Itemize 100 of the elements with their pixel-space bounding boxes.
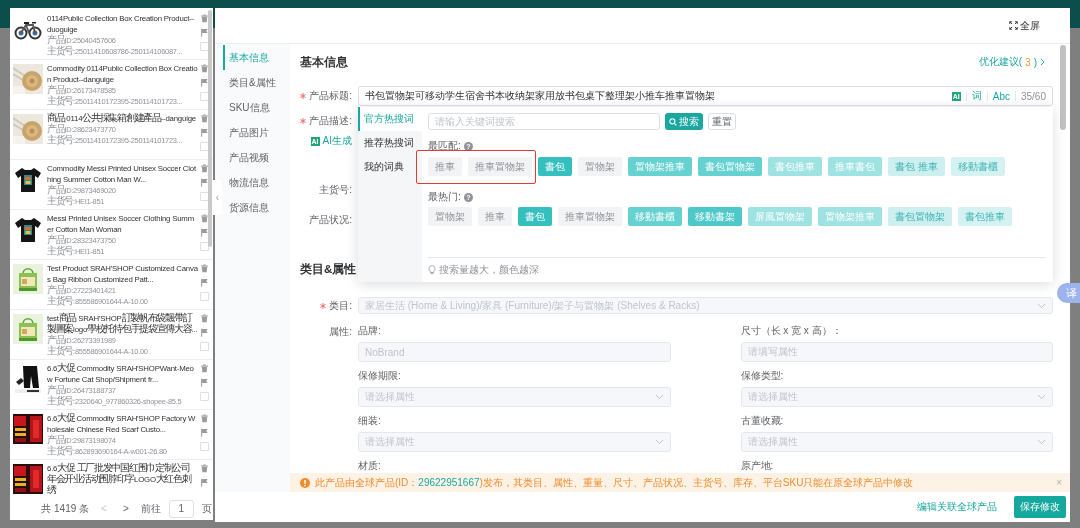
flag-icon: [199, 478, 209, 487]
field-label: 品牌:: [358, 325, 382, 337]
trash-icon: [199, 14, 209, 23]
trash-icon: [199, 414, 209, 423]
keyword-tag[interactable]: 書包: [538, 157, 572, 176]
goto-label: 前往: [140, 501, 161, 516]
keyword-tag[interactable]: 書包推車: [958, 207, 1012, 226]
field-label: 主货号:: [319, 183, 352, 197]
nav-item[interactable]: 物流信息: [223, 170, 290, 195]
trash-icon: [199, 314, 209, 323]
chevron-down-icon: [1037, 439, 1046, 445]
nav-item[interactable]: 基本信息: [223, 45, 290, 70]
suggestions-link[interactable]: 优化建议( 3 ): [978, 55, 1045, 69]
reset-button[interactable]: 重置: [708, 113, 736, 130]
keyword-tag[interactable]: 推車: [428, 157, 462, 176]
translate-button[interactable]: 译: [1057, 283, 1080, 303]
save-button[interactable]: 保存修改: [1014, 496, 1066, 518]
field-label: 材质:: [358, 460, 382, 472]
checkbox[interactable]: [199, 392, 209, 401]
fullscreen-button[interactable]: 全屏: [1009, 18, 1040, 33]
flag-icon: [199, 28, 209, 37]
field-label: 产品状况:: [309, 213, 352, 227]
scrollbar-thumb[interactable]: [208, 10, 212, 247]
trash-icon: [199, 464, 209, 473]
total-count: 共 1419 条: [41, 501, 90, 516]
keyword-tab[interactable]: 我的词典: [358, 155, 422, 179]
character-counter: 35/60: [1020, 90, 1046, 102]
field-label: 细装:: [358, 415, 382, 427]
checkbox[interactable]: [199, 342, 209, 351]
next-page-button[interactable]: >: [118, 503, 133, 514]
search-button[interactable]: 搜索: [665, 113, 703, 130]
keyword-tab[interactable]: 推荐热搜词: [358, 131, 422, 155]
field-label: 属性:: [329, 325, 352, 339]
trash-icon: [199, 364, 209, 373]
flag-icon: [199, 378, 209, 387]
edit-global-product-link[interactable]: 编辑关联全球产品: [917, 500, 997, 514]
field-label: 古董收藏:: [740, 415, 785, 427]
hint-text: 搜索量越大，颜色越深: [439, 263, 539, 277]
section-title: 类目&属性: [300, 261, 357, 277]
nav-item[interactable]: 货源信息: [223, 195, 290, 220]
trash-icon: [199, 264, 209, 273]
ai-generate-link[interactable]: AI生成: [322, 134, 352, 148]
field-label: 保修期限:: [358, 370, 402, 382]
trash-icon: [199, 64, 209, 73]
nav-item[interactable]: SKU信息: [223, 95, 290, 120]
case-tool-button[interactable]: Abc: [992, 90, 1010, 102]
keyword-tag[interactable]: 移動書櫃: [950, 157, 1005, 176]
field-label: 产品标题:: [309, 89, 352, 103]
flag-icon: [199, 128, 209, 137]
keyword-tag[interactable]: 推車: [478, 207, 512, 226]
trash-icon: [199, 164, 209, 173]
keyword-tag[interactable]: 推車置物架: [558, 207, 622, 226]
checkbox[interactable]: [199, 242, 209, 251]
keyword-tag[interactable]: 推車置物架: [468, 157, 532, 176]
field-label: 原产地:: [740, 460, 775, 472]
keyword-tag[interactable]: 書包置物架: [698, 157, 762, 176]
scrollbar-thumb[interactable]: [1060, 45, 1066, 130]
keyword-tag[interactable]: 移動書架: [688, 207, 742, 226]
previous-page-button[interactable]: <: [97, 503, 111, 514]
chevron-down-icon: [1037, 394, 1046, 400]
chevron-down-icon: [654, 439, 664, 445]
product-id-link[interactable]: 29622951667: [418, 476, 480, 488]
trash-icon: [199, 214, 209, 223]
group-label: 最热门:: [428, 190, 461, 204]
keyword-tag[interactable]: 書包: [518, 207, 552, 226]
checkbox[interactable]: [199, 442, 209, 451]
word-tool-button[interactable]: 词: [971, 89, 982, 103]
chevron-down-icon: [1037, 302, 1046, 309]
trash-icon: [199, 114, 209, 123]
keyword-tag[interactable]: 置物架: [578, 157, 622, 176]
flag-icon: [199, 178, 209, 187]
keyword-tag[interactable]: 置物架: [428, 207, 472, 226]
field-label: 尺寸（长 x 宽 x 高）：: [740, 325, 843, 337]
section-title: 基本信息: [300, 54, 348, 70]
field-label: 类目:: [329, 298, 352, 313]
collapse-handle[interactable]: ‹: [213, 180, 222, 215]
flag-icon: [199, 228, 209, 237]
flag-icon: [199, 428, 209, 437]
warning-message: 此产品由全球产品(ID：29622951667)发布，其类目、属性、重量、尺寸、产品状况、主货号、库存、平台SKU只能在原全球产品中修改: [315, 475, 915, 490]
keyword-tag[interactable]: 移動書櫃: [628, 207, 682, 226]
flag-icon: [199, 278, 209, 287]
keyword-tag[interactable]: 置物架推車: [628, 157, 692, 176]
keyword-tag[interactable]: 書包 推車: [888, 157, 945, 176]
warning-icon: [300, 477, 310, 488]
nav-item[interactable]: 产品视频: [223, 145, 290, 170]
flag-icon: [199, 328, 209, 337]
page-number-field[interactable]: 1: [168, 499, 194, 518]
search-icon: [669, 117, 677, 126]
lightbulb-icon: [428, 265, 436, 275]
nav-item[interactable]: 类目&属性: [223, 70, 290, 95]
checkbox[interactable]: [199, 292, 209, 301]
nav-item[interactable]: 产品图片: [223, 120, 290, 145]
chevron-down-icon: [654, 394, 664, 400]
field-label: 产品描述:: [309, 114, 352, 128]
keyword-tab[interactable]: 官方热搜词: [358, 107, 422, 131]
field-label: 保修类型:: [740, 370, 785, 382]
keyword-tag[interactable]: 書包置物架: [888, 207, 952, 226]
close-button[interactable]: ×: [1056, 477, 1062, 488]
flag-icon: [199, 78, 209, 87]
chevron-right-icon: [1040, 58, 1045, 66]
